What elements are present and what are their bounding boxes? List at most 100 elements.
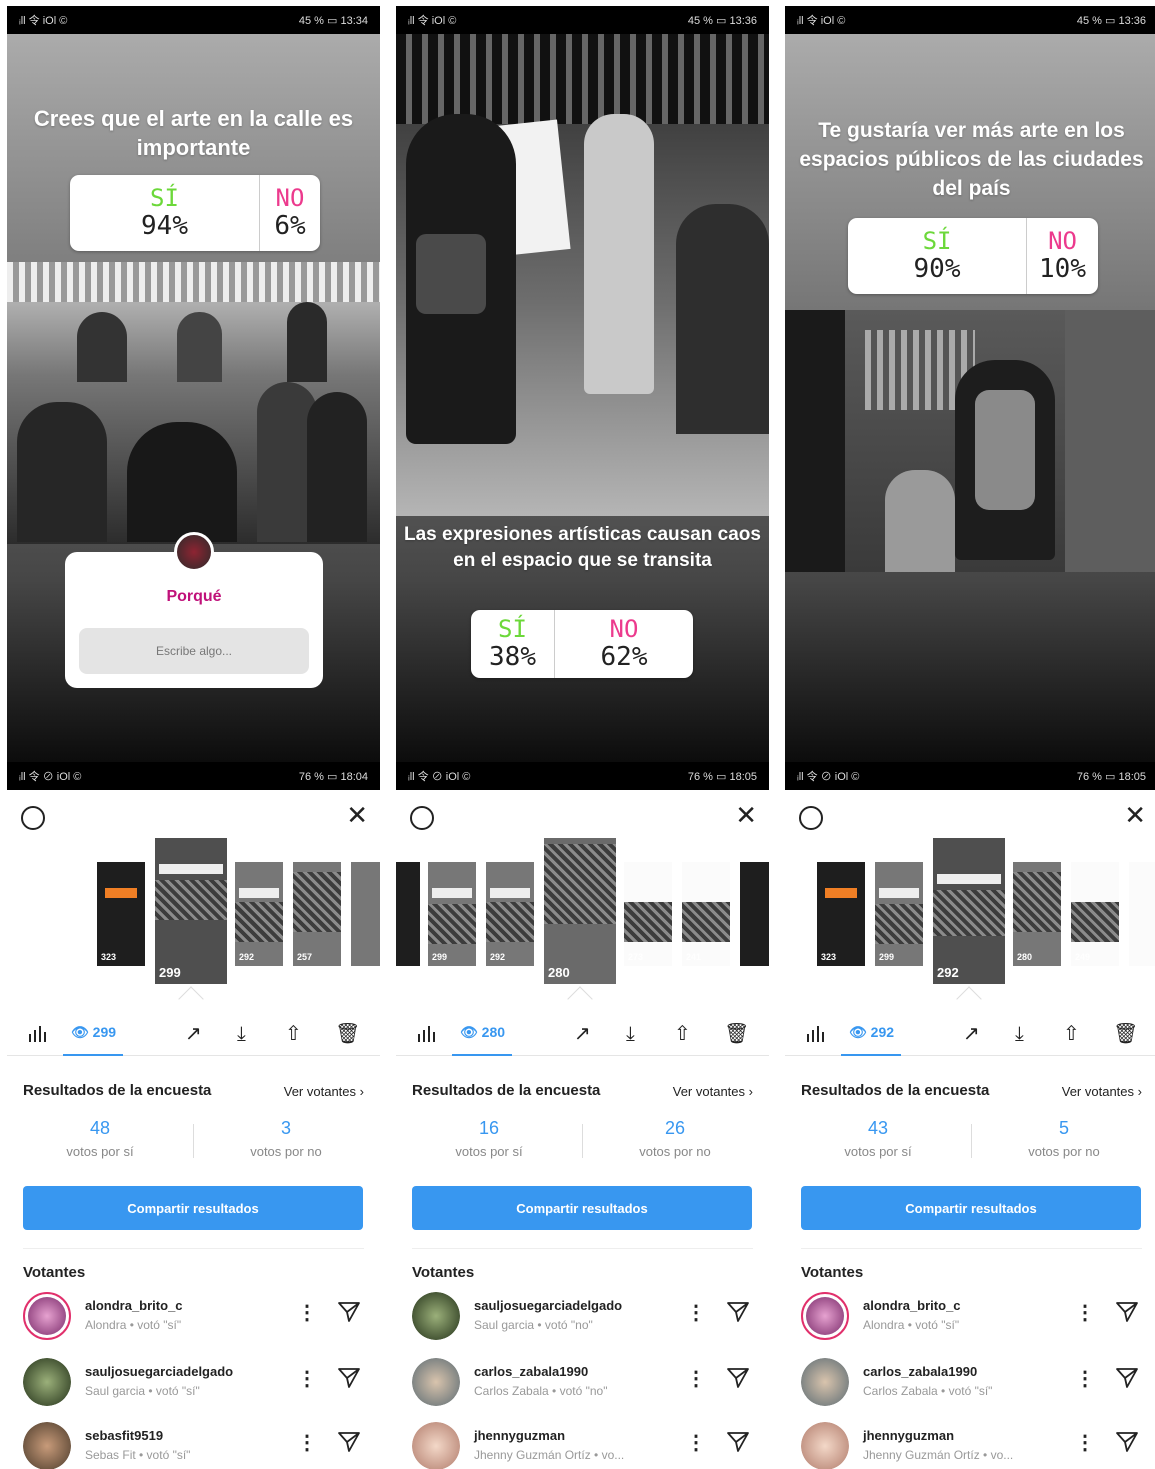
voter-username[interactable]: sauljosuegarciadelgado [474, 1298, 622, 1313]
more-icon[interactable]: ⋮ [686, 1366, 706, 1391]
poll-option-yes[interactable]: SÍ 38% [471, 610, 555, 678]
story-thumbnail[interactable]: 273 [624, 862, 672, 966]
settings-icon[interactable] [21, 806, 45, 830]
promote-icon[interactable]: ↗ [574, 1022, 591, 1046]
download-icon[interactable]: ⤓ [626, 1022, 635, 1046]
poll-sticker[interactable]: SÍ 90% NO 10% [848, 218, 1098, 294]
voter-row[interactable]: alondra_brito_c Alondra • votó "sí" ⋮ [801, 1290, 1151, 1346]
voter-username[interactable]: jhennyguzman [863, 1428, 954, 1443]
close-icon[interactable]: ✕ [735, 800, 757, 830]
send-icon[interactable] [726, 1300, 750, 1324]
voter-row[interactable]: sauljosuegarciadelgado Saul garcia • vot… [412, 1290, 762, 1346]
voter-username[interactable]: carlos_zabala1990 [863, 1364, 977, 1379]
poll-option-yes[interactable]: SÍ 90% [848, 218, 1028, 294]
story-thumbnail[interactable] [740, 862, 769, 966]
poll-sticker[interactable]: SÍ 38% NO 62% [471, 610, 693, 678]
see-voters-link[interactable]: Ver votantes › [284, 1084, 364, 1099]
send-icon[interactable] [726, 1366, 750, 1390]
avatar[interactable] [23, 1422, 71, 1469]
voter-row[interactable]: jhennyguzman Jhenny Guzmán Ortíz • vo...… [412, 1420, 762, 1469]
story-thumbnail[interactable]: 257 [293, 862, 341, 966]
share-results-button[interactable]: Compartir resultados [412, 1186, 752, 1230]
story-thumbnail[interactable]: 292 [486, 862, 534, 966]
download-icon[interactable]: ⤓ [1015, 1022, 1024, 1046]
story-thumbnail[interactable]: 299 [875, 862, 923, 966]
more-icon[interactable]: ⋮ [686, 1430, 706, 1455]
insights-icon[interactable] [418, 1026, 438, 1042]
send-icon[interactable] [337, 1300, 361, 1324]
voter-row[interactable]: jhennyguzman Jhenny Guzmán Ortíz • vo...… [801, 1420, 1151, 1469]
download-icon[interactable]: ⤓ [237, 1022, 246, 1046]
avatar[interactable] [801, 1358, 849, 1406]
more-icon[interactable]: ⋮ [297, 1300, 317, 1325]
avatar[interactable] [412, 1422, 460, 1469]
story-thumbnail[interactable]: 323 [396, 862, 420, 966]
share-icon[interactable]: ⇧ [285, 1022, 302, 1046]
question-input[interactable]: Escribe algo... [79, 628, 309, 674]
avatar[interactable] [801, 1422, 849, 1469]
share-icon[interactable]: ⇧ [1063, 1022, 1080, 1046]
more-icon[interactable]: ⋮ [1075, 1300, 1095, 1325]
promote-icon[interactable]: ↗ [963, 1022, 980, 1046]
send-icon[interactable] [1115, 1430, 1139, 1454]
story-thumbnail[interactable]: 323 [817, 862, 865, 966]
voter-username[interactable]: alondra_brito_c [863, 1298, 961, 1313]
story-thumbnail-selected[interactable]: 292 [933, 838, 1005, 984]
trash-icon[interactable]: 🗑 [335, 1022, 360, 1046]
poll-option-no[interactable]: NO 62% [555, 610, 693, 678]
more-icon[interactable]: ⋮ [1075, 1430, 1095, 1455]
send-icon[interactable] [1115, 1366, 1139, 1390]
share-icon[interactable]: ⇧ [674, 1022, 691, 1046]
avatar[interactable] [412, 1292, 460, 1340]
views-count[interactable]: 👁 292 [849, 1024, 894, 1041]
insights-icon[interactable] [807, 1026, 827, 1042]
voter-username[interactable]: sebasfit9519 [85, 1428, 163, 1443]
story-thumbnail[interactable]: 249 [1071, 862, 1119, 966]
avatar[interactable] [23, 1358, 71, 1406]
story-thumbnail[interactable]: 280 [1013, 862, 1061, 966]
story-thumbnail-selected[interactable]: 280 [544, 838, 616, 984]
story-thumbnail[interactable] [1129, 862, 1155, 966]
insights-icon[interactable] [29, 1026, 49, 1042]
story-thumbnail[interactable]: 299 [428, 862, 476, 966]
settings-icon[interactable] [410, 806, 434, 830]
voter-row[interactable]: sauljosuegarciadelgado Saul garcia • vot… [23, 1356, 373, 1412]
views-count[interactable]: 👁 299 [71, 1024, 116, 1041]
see-voters-link[interactable]: Ver votantes › [673, 1084, 753, 1099]
avatar[interactable] [412, 1358, 460, 1406]
poll-option-no[interactable]: NO 6% [260, 175, 320, 251]
share-results-button[interactable]: Compartir resultados [801, 1186, 1141, 1230]
voter-username[interactable]: sauljosuegarciadelgado [85, 1364, 233, 1379]
poll-option-yes[interactable]: SÍ 94% [70, 175, 260, 251]
trash-icon[interactable]: 🗑 [724, 1022, 749, 1046]
more-icon[interactable]: ⋮ [297, 1430, 317, 1455]
voter-row[interactable]: sebasfit9519 Sebas Fit • votó "sí" ⋮ [23, 1420, 373, 1469]
send-icon[interactable] [726, 1430, 750, 1454]
voter-row[interactable]: carlos_zabala1990 Carlos Zabala • votó "… [412, 1356, 762, 1412]
voter-username[interactable]: carlos_zabala1990 [474, 1364, 588, 1379]
close-icon[interactable]: ✕ [346, 800, 368, 830]
avatar[interactable] [801, 1292, 849, 1340]
settings-icon[interactable] [799, 806, 823, 830]
send-icon[interactable] [337, 1366, 361, 1390]
see-voters-link[interactable]: Ver votantes › [1062, 1084, 1142, 1099]
close-icon[interactable]: ✕ [1124, 800, 1146, 830]
views-count[interactable]: 👁 280 [460, 1024, 505, 1041]
story-thumbnail[interactable]: 323 [97, 862, 145, 966]
promote-icon[interactable]: ↗ [185, 1022, 202, 1046]
send-icon[interactable] [1115, 1300, 1139, 1324]
share-results-button[interactable]: Compartir resultados [23, 1186, 363, 1230]
voter-row[interactable]: alondra_brito_c Alondra • votó "sí" ⋮ [23, 1290, 373, 1346]
more-icon[interactable]: ⋮ [297, 1366, 317, 1391]
story-thumbnail-selected[interactable]: 299 [155, 838, 227, 984]
story-thumbnail[interactable]: 241 [682, 862, 730, 966]
voter-username[interactable]: jhennyguzman [474, 1428, 565, 1443]
story-thumbnail[interactable]: 292 [235, 862, 283, 966]
poll-option-no[interactable]: NO 10% [1027, 218, 1098, 294]
question-sticker[interactable]: Porqué Escribe algo... [65, 552, 323, 688]
avatar[interactable] [23, 1292, 71, 1340]
voter-username[interactable]: alondra_brito_c [85, 1298, 183, 1313]
poll-sticker[interactable]: SÍ 94% NO 6% [70, 175, 320, 251]
trash-icon[interactable]: 🗑 [1113, 1022, 1138, 1046]
voter-row[interactable]: carlos_zabala1990 Carlos Zabala • votó "… [801, 1356, 1151, 1412]
